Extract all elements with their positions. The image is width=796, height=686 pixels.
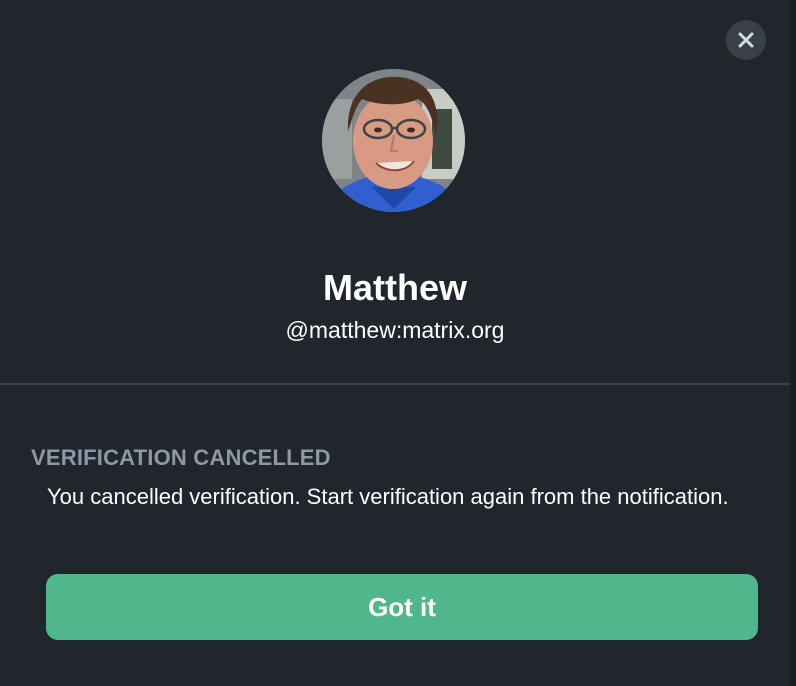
close-icon: [738, 32, 754, 48]
got-it-button[interactable]: Got it: [46, 574, 758, 640]
user-display-name: Matthew: [323, 267, 467, 308]
user-verification-panel: Matthew @matthew:matrix.org VERIFICATION…: [0, 0, 790, 686]
avatar: [322, 69, 465, 212]
user-avatar-photo: [322, 69, 465, 212]
divider: [0, 383, 790, 385]
close-button[interactable]: [726, 20, 766, 60]
verification-heading: VERIFICATION CANCELLED: [31, 445, 331, 470]
panel-edge: [790, 0, 796, 686]
verification-message: You cancelled verification. Start verifi…: [47, 484, 729, 509]
user-id: @matthew:matrix.org: [285, 317, 505, 343]
